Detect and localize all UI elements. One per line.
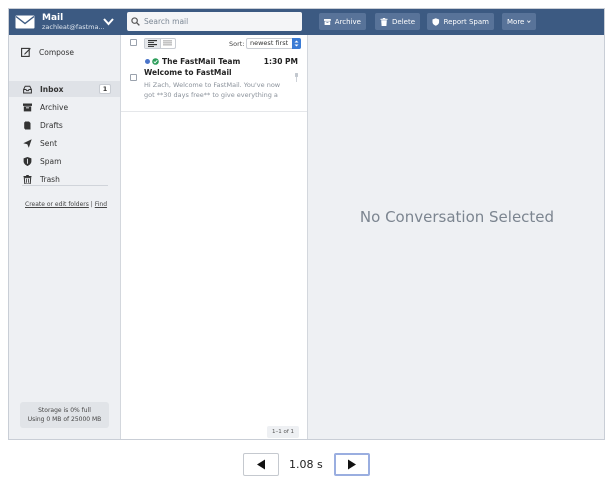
list-toolbar: Sort: newest first — [121, 35, 307, 53]
report-spam-button[interactable]: Report Spam — [427, 13, 494, 30]
pin-icon[interactable] — [294, 73, 299, 82]
message-time: 1:30 PM — [263, 57, 298, 66]
search-icon — [131, 17, 140, 26]
more-menu-button[interactable]: More — [502, 13, 536, 30]
sidebar: Compose Inbox 1 Archive Drafts Sent Spam… — [9, 35, 121, 439]
sort-order-value: newest first — [250, 39, 289, 47]
compose-button[interactable]: Compose — [21, 47, 74, 57]
mail-envelope-icon — [15, 15, 35, 29]
empty-state-message: No Conversation Selected — [359, 208, 555, 226]
account-switcher[interactable]: Mail zachleat@fastma... — [9, 9, 121, 35]
delete-button[interactable]: Delete — [375, 13, 420, 30]
shield-icon — [432, 17, 440, 26]
sort-order-select[interactable]: newest first — [246, 38, 301, 49]
sidebar-item-label: Inbox — [40, 84, 64, 94]
top-bar: Mail zachleat@fastma... Archive — [9, 9, 604, 35]
sidebar-item-spam[interactable]: Spam — [9, 153, 120, 169]
compact-list-icon — [163, 40, 173, 46]
list-with-preview-icon — [147, 40, 157, 47]
account-name: Mail — [42, 12, 64, 23]
compose-label: Compose — [39, 47, 75, 57]
storage-usage-panel: Storage is 0% full Using 0 MB of 25000 M… — [20, 402, 109, 428]
verified-sender-icon — [152, 58, 159, 65]
unread-count-badge: 1 — [99, 84, 111, 94]
chevron-down-icon — [527, 20, 531, 23]
link-separator: | — [90, 201, 93, 208]
elapsed-time: 1.08 s — [289, 458, 323, 471]
reading-pane: No Conversation Selected — [308, 35, 604, 439]
previous-step-button[interactable] — [243, 453, 279, 476]
sidebar-item-drafts[interactable]: Drafts — [9, 117, 120, 133]
play-backward-icon — [257, 459, 265, 470]
sort-label: Sort: — [229, 40, 245, 48]
more-button-label: More — [507, 17, 525, 26]
sidebar-item-inbox[interactable]: Inbox 1 — [9, 81, 120, 97]
search-input[interactable] — [144, 17, 294, 26]
drafts-icon — [24, 121, 31, 129]
next-step-button[interactable] — [334, 453, 370, 476]
play-forward-icon — [348, 459, 356, 470]
storage-percent-text: Storage is 0% full — [38, 407, 91, 414]
archive-icon — [23, 103, 32, 111]
select-all-checkbox[interactable] — [130, 39, 137, 46]
sidebar-item-label: Drafts — [40, 120, 63, 130]
pagination-count: 1–1 of 1 — [266, 426, 299, 438]
unread-dot-icon — [145, 59, 150, 64]
sidebar-item-label: Archive — [40, 102, 69, 112]
trash-icon — [23, 174, 32, 184]
mail-app-window: Mail zachleat@fastma... Archive — [8, 8, 605, 440]
preview-view-button[interactable] — [145, 39, 161, 48]
edit-folders-link[interactable]: Create or edit folders — [25, 201, 89, 208]
playback-controls: 1.08 s — [0, 449, 614, 481]
archive-button-label: Archive — [334, 17, 361, 26]
folder-links: Create or edit folders | Find — [25, 201, 107, 208]
delete-button-label: Delete — [392, 17, 415, 26]
sidebar-item-label: Trash — [40, 174, 60, 184]
spam-shield-icon — [23, 156, 32, 166]
sent-icon — [23, 138, 32, 148]
message-list: Sort: newest first The FastMail Team 1:3… — [121, 35, 308, 439]
message-row[interactable]: The FastMail Team 1:30 PM Welcome to Fas… — [121, 53, 307, 112]
select-arrows-icon — [292, 38, 301, 49]
inbox-icon — [23, 85, 32, 93]
archive-button[interactable]: Archive — [319, 13, 366, 30]
message-checkbox[interactable] — [130, 74, 137, 81]
message-subject: Welcome to FastMail — [144, 68, 232, 77]
account-email: zachleat@fastma... — [42, 22, 105, 31]
sidebar-item-archive[interactable]: Archive — [9, 99, 120, 115]
compact-view-button[interactable] — [161, 39, 176, 48]
chevron-down-icon[interactable] — [103, 17, 114, 26]
compose-icon — [21, 47, 31, 57]
trash-icon — [380, 17, 388, 26]
find-link[interactable]: Find — [95, 201, 107, 208]
search-box — [127, 12, 302, 31]
message-sender: The FastMail Team — [162, 57, 241, 66]
message-preview: Hi Zach, Welcome to FastMail. You've now… — [144, 81, 281, 99]
sidebar-item-label: Spam — [40, 156, 62, 166]
report-spam-button-label: Report Spam — [443, 17, 489, 26]
archive-icon — [324, 18, 331, 25]
view-mode-toggle — [144, 38, 176, 49]
storage-usage-text: Using 0 MB of 25000 MB — [27, 416, 102, 423]
sidebar-divider — [22, 185, 108, 186]
sidebar-item-sent[interactable]: Sent — [9, 135, 120, 151]
sidebar-item-label: Sent — [40, 138, 58, 148]
